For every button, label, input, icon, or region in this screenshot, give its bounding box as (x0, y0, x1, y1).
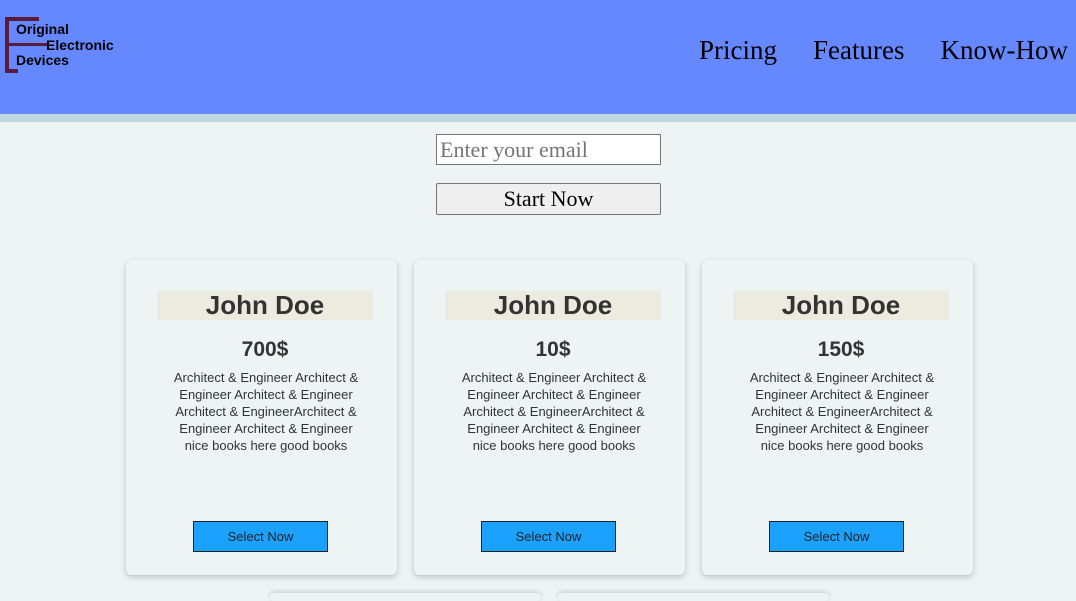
start-now-button[interactable]: Start Now (436, 183, 661, 215)
email-input[interactable] (436, 134, 661, 165)
logo-text-line-3: Devices (16, 52, 69, 68)
card-price: 150$ (817, 338, 865, 361)
card-description: Architect & Engineer Architect & Enginee… (461, 370, 647, 453)
nav-link-know-how[interactable]: Know-How (941, 33, 1069, 67)
select-now-button[interactable]: Select Now (769, 521, 904, 552)
logo-text-line-2: Electronic (46, 37, 114, 53)
nav-link-pricing[interactable]: Pricing (699, 33, 777, 67)
pricing-card: John Doe 150$ Architect & Engineer Archi… (702, 260, 973, 575)
card-price: 10$ (535, 338, 571, 361)
card-name: John Doe (157, 291, 373, 320)
logo-bracket-bottom (5, 69, 18, 73)
nav-link-features[interactable]: Features (813, 33, 904, 67)
logo-text-line-1: Original (16, 21, 69, 37)
header-divider (0, 114, 1076, 122)
logo[interactable]: Original Electronic Devices (4, 16, 128, 74)
logo-bracket-middle (5, 43, 47, 46)
pricing-card: John Doe 10$ Architect & Engineer Archit… (414, 260, 685, 575)
card-name: John Doe (445, 291, 661, 320)
card-name: John Doe (733, 291, 949, 320)
select-now-button[interactable]: Select Now (481, 521, 616, 552)
card-description: Architect & Engineer Architect & Enginee… (749, 370, 935, 453)
select-now-button[interactable]: Select Now (193, 521, 328, 552)
pricing-card-partial (558, 593, 829, 601)
site-header: Original Electronic Devices Pricing Feat… (0, 0, 1076, 114)
pricing-card: John Doe 700$ Architect & Engineer Archi… (126, 260, 397, 575)
pricing-card-partial (270, 593, 541, 601)
card-price: 700$ (241, 338, 289, 361)
card-description: Architect & Engineer Architect & Enginee… (173, 370, 359, 453)
main-nav: Pricing Features Know-How (699, 33, 1068, 67)
